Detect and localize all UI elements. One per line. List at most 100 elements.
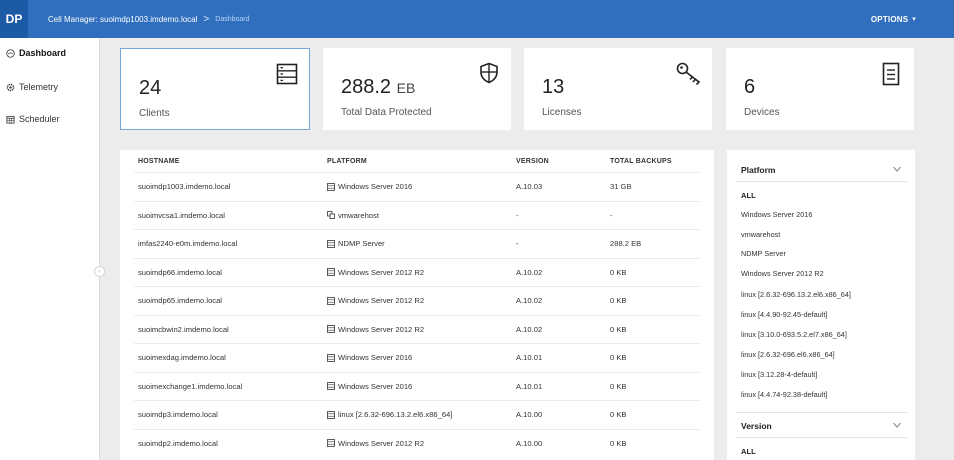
total-backups-cell: 31 GB bbox=[610, 182, 632, 191]
platform-filter-option[interactable]: NDMP Server bbox=[741, 249, 786, 258]
hostname-cell: suoimdp2.imdemo.local bbox=[138, 438, 218, 448]
table-row[interactable]: suoimdp3.imdemo.local linux [2.6.32-696.1… bbox=[134, 400, 700, 428]
platform-cell: Windows Server 2016 bbox=[327, 353, 412, 362]
divider bbox=[735, 437, 907, 438]
platform-text: Windows Server 2016 bbox=[338, 381, 413, 391]
options-label: OPTIONS bbox=[870, 14, 909, 24]
version-cell: A.10.02 bbox=[516, 267, 543, 277]
card-label: Total Data Protected bbox=[341, 107, 432, 118]
platform-text: Windows Server 2012 R2 bbox=[338, 296, 425, 305]
key-icon bbox=[676, 62, 701, 86]
dashboard-icon bbox=[6, 48, 15, 58]
devices-card[interactable]: 6 Devices bbox=[726, 48, 914, 130]
platform-filter-option[interactable]: linux [2.6.32-696.13.2.el6.x86_64] bbox=[741, 290, 851, 299]
divider bbox=[735, 181, 907, 182]
total-backups-cell: 0 KB bbox=[610, 438, 627, 448]
table-row[interactable]: suoimdp65.imdemo.local Windows Server 201… bbox=[134, 286, 700, 314]
breadcrumb: Cell Manager: suoimdp1003.imdemo.local >… bbox=[48, 14, 250, 25]
breadcrumb-current: Dashboard bbox=[215, 15, 250, 23]
card-label: Clients bbox=[139, 108, 170, 119]
windows-server-icon bbox=[327, 296, 335, 305]
app-logo[interactable]: DP bbox=[0, 0, 28, 38]
options-menu-button[interactable]: OPTIONS ▾ bbox=[871, 0, 916, 38]
platform-cell: Windows Server 2012 R2 bbox=[327, 439, 424, 448]
card-value: 6 bbox=[744, 76, 756, 98]
sidebar: Dashboard Telemetry Scheduler ‹ bbox=[0, 38, 105, 460]
table-row[interactable]: suoimdp1003.imdemo.local Windows Server 2… bbox=[134, 172, 700, 200]
breadcrumb-cell-manager[interactable]: Cell Manager: suoimdp1003.imdemo.local bbox=[48, 15, 197, 24]
platform-filter-option[interactable]: linux [4.4.74-92.38-default] bbox=[741, 390, 827, 399]
hostname-cell: suoimdp65.imdemo.local bbox=[138, 296, 222, 305]
column-header-hostname[interactable]: HOSTNAME bbox=[138, 158, 180, 165]
platform-filter-title[interactable]: Platform bbox=[741, 165, 775, 175]
table-row[interactable]: suoimvcsa1.imdemo.local vmwarehost - - bbox=[134, 200, 700, 229]
chevron-down-icon[interactable] bbox=[893, 422, 901, 428]
version-cell: A.10.01 bbox=[516, 353, 543, 362]
column-header-version[interactable]: VERSION bbox=[516, 158, 549, 165]
card-value: 13 bbox=[542, 76, 565, 98]
licenses-card[interactable]: 13 Licenses bbox=[524, 48, 712, 130]
version-cell: A.10.00 bbox=[516, 438, 543, 448]
chevron-down-icon: ▾ bbox=[912, 16, 916, 23]
platform-filter-option[interactable]: linux [2.6.32-696.el6.x86_64] bbox=[741, 350, 835, 359]
table-row[interactable]: suoimexdag.imdemo.local Windows Server 20… bbox=[134, 343, 700, 371]
chevron-down-icon[interactable] bbox=[893, 166, 901, 172]
card-value: 24 bbox=[139, 77, 162, 99]
total-backups-cell: - bbox=[610, 210, 613, 220]
platform-filter-option[interactable]: vmwarehost bbox=[741, 230, 780, 239]
table-row[interactable]: suoimdp2.imdemo.local Windows Server 2012… bbox=[134, 428, 700, 457]
device-icon bbox=[882, 62, 900, 86]
platform-filter-option[interactable]: linux [4.4.90-92.45-default] bbox=[741, 310, 827, 319]
platform-text: Windows Server 2012 R2 bbox=[338, 438, 425, 448]
sidebar-item-telemetry[interactable]: Telemetry bbox=[6, 82, 58, 92]
divider bbox=[735, 412, 907, 413]
version-filter-all[interactable]: ALL bbox=[741, 447, 756, 456]
version-cell: A.10.03 bbox=[516, 182, 543, 191]
data-protected-card[interactable]: 288.2 EB Total Data Protected bbox=[323, 48, 511, 130]
vmware-icon bbox=[327, 211, 335, 219]
column-header-total-backups[interactable]: TOTAL BACKUPS bbox=[610, 158, 672, 165]
clients-card[interactable]: 24 Clients bbox=[120, 48, 310, 130]
card-label: Devices bbox=[744, 107, 780, 118]
gear-icon bbox=[6, 83, 15, 91]
total-backups-cell: 0 KB bbox=[610, 324, 627, 334]
hostname-cell: suoimexchange1.imdemo.local bbox=[138, 381, 243, 391]
platform-filter-option[interactable]: Windows Server 2012 R2 bbox=[741, 269, 824, 278]
platform-filter-option[interactable]: linux [3.12.28-4-default] bbox=[741, 370, 817, 379]
column-header-platform[interactable]: PLATFORM bbox=[327, 158, 367, 165]
version-cell: A.10.02 bbox=[516, 296, 543, 305]
windows-server-icon bbox=[327, 410, 335, 419]
hostname-cell: suoimexdag.imdemo.local bbox=[138, 353, 226, 362]
table-row[interactable]: suoimexchange1.imdemo.local Windows Serve… bbox=[134, 371, 700, 400]
platform-filter-all[interactable]: ALL bbox=[741, 191, 756, 200]
platform-filter-option[interactable]: linux [3.10.0-693.5.2.el7.x86_64] bbox=[741, 330, 847, 339]
version-cell: - bbox=[516, 210, 519, 220]
sidebar-item-scheduler[interactable]: Scheduler bbox=[6, 114, 60, 124]
platform-text: Windows Server 2016 bbox=[338, 182, 413, 191]
hostname-cell: suoimvcsa1.imdemo.local bbox=[138, 210, 225, 220]
sidebar-item-label: Telemetry bbox=[19, 82, 59, 92]
table-row[interactable]: suoimcbwin2.imdemo.local Windows Server 2… bbox=[134, 314, 700, 343]
table-row[interactable]: imfas2240-e0m.imdemo.local NDMP Server - 28… bbox=[134, 229, 700, 257]
sidebar-collapse-handle[interactable]: ‹ bbox=[94, 266, 105, 277]
windows-server-icon bbox=[327, 382, 335, 390]
platform-cell: vmwarehost bbox=[327, 211, 379, 220]
total-backups-cell: 0 KB bbox=[610, 267, 627, 277]
platform-cell: NDMP Server bbox=[327, 239, 385, 248]
server-list-icon bbox=[276, 63, 298, 85]
calendar-icon bbox=[6, 115, 15, 124]
total-backups-cell: 0 KB bbox=[610, 381, 627, 391]
table-row[interactable]: suoimdp66.imdemo.local Windows Server 201… bbox=[134, 257, 700, 286]
platform-cell: Windows Server 2016 bbox=[327, 182, 412, 191]
total-backups-cell: 288.2 EB bbox=[610, 239, 642, 248]
hostname-cell: suoimcbwin2.imdemo.local bbox=[138, 324, 229, 334]
clients-table: HOSTNAME PLATFORM VERSION TOTAL BACKUPS … bbox=[120, 150, 714, 460]
platform-cell: Windows Server 2012 R2 bbox=[327, 268, 424, 277]
platform-filter-option[interactable]: Windows Server 2016 bbox=[741, 210, 812, 219]
version-cell: - bbox=[516, 239, 519, 248]
version-filter-title[interactable]: Version bbox=[741, 421, 772, 431]
platform-cell: Windows Server 2012 R2 bbox=[327, 325, 424, 334]
total-backups-cell: 0 KB bbox=[610, 410, 627, 419]
sidebar-item-dashboard[interactable]: Dashboard bbox=[6, 48, 66, 58]
sidebar-item-label: Dashboard bbox=[19, 48, 67, 58]
